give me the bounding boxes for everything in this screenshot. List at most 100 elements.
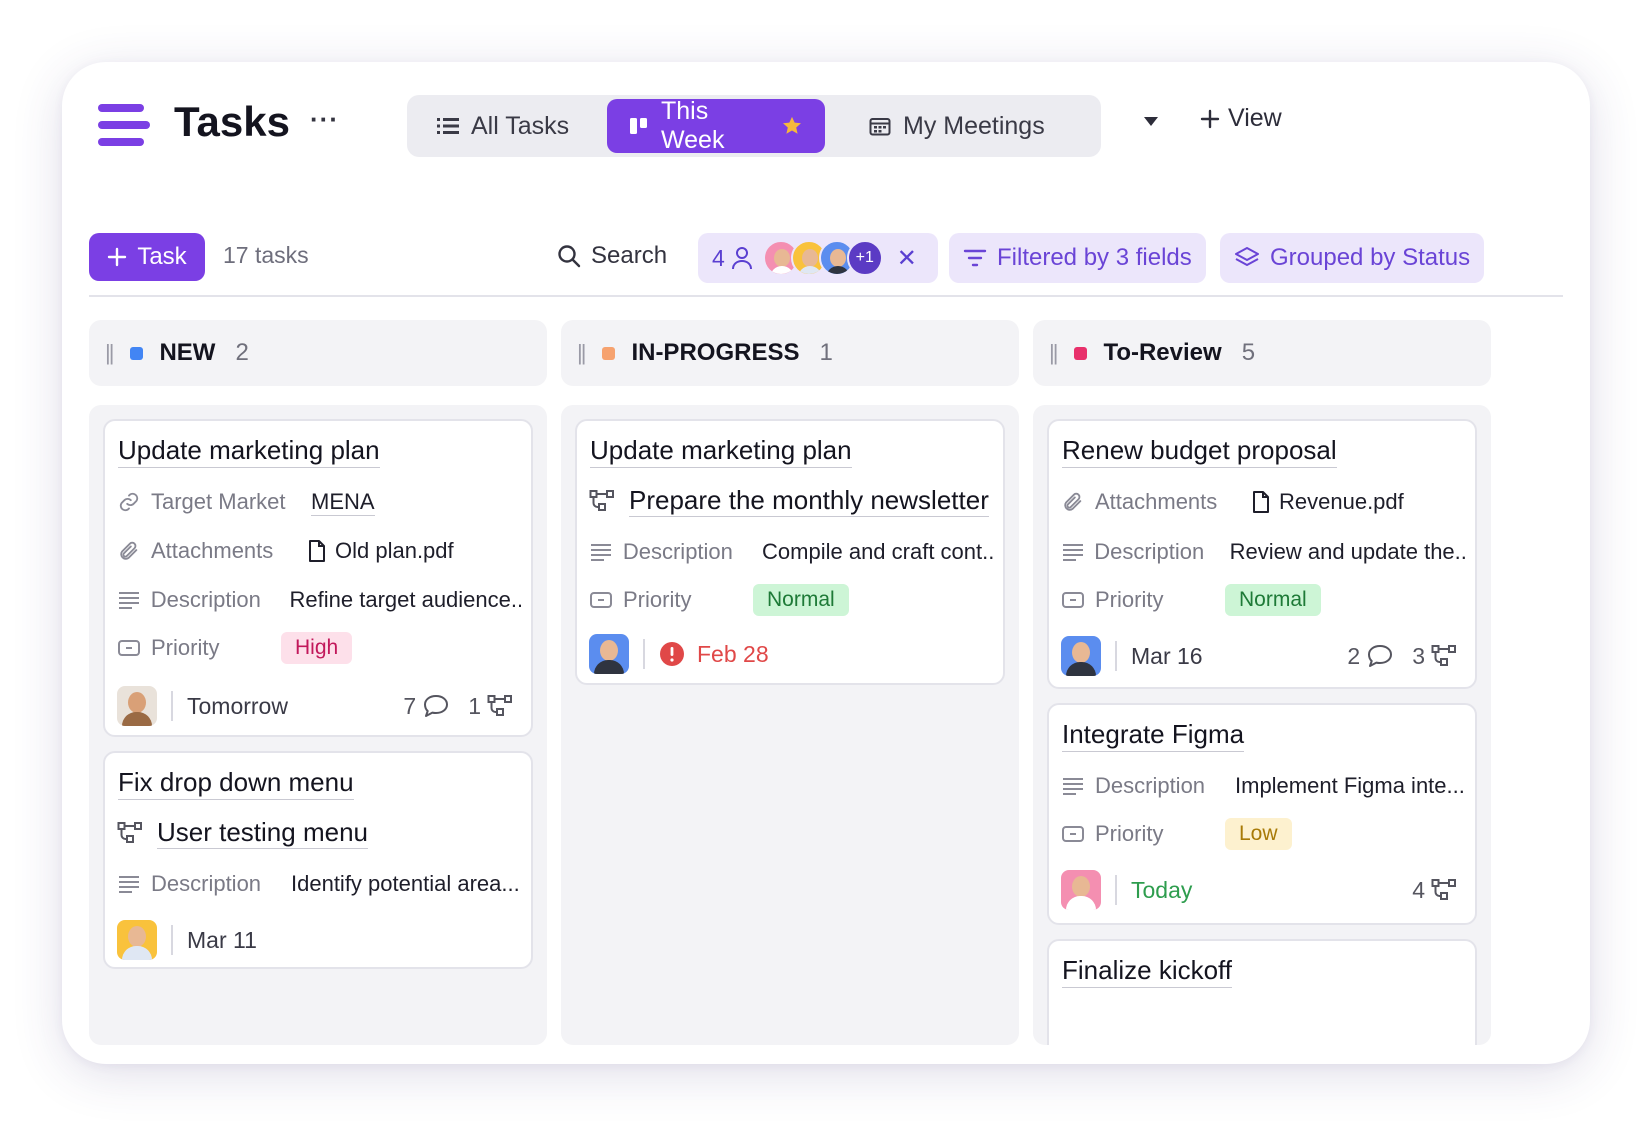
divider <box>171 691 173 721</box>
attachment-link[interactable]: Old plan.pdf <box>307 538 454 564</box>
field-priority: Priority Normal <box>589 584 993 616</box>
tab-this-week[interactable]: This Week <box>607 97 825 154</box>
priority-badge[interactable]: Low <box>1225 818 1292 850</box>
comments-stat[interactable]: 2 <box>1347 643 1394 670</box>
more-people-badge: +1 <box>846 240 883 276</box>
column-count: 5 <box>1241 339 1256 366</box>
avatar[interactable] <box>589 634 629 674</box>
field-value[interactable]: MENA <box>311 489 375 516</box>
person-icon <box>731 247 752 270</box>
card-title[interactable]: Update marketing plan <box>118 435 380 468</box>
task-card[interactable]: Renew budget proposal Attachments Revenu… <box>1047 419 1477 689</box>
subtasks-stat[interactable]: 4 <box>1412 877 1457 904</box>
task-card[interactable]: Fix drop down menu User testing menu Des… <box>103 751 533 969</box>
list-icon <box>437 118 459 134</box>
field-description: Description Identify potential area... <box>117 869 521 899</box>
file-icon <box>1253 491 1269 513</box>
description-icon <box>117 591 141 609</box>
subtask-title: User testing menu <box>157 817 368 849</box>
divider <box>1115 641 1117 671</box>
add-task-button[interactable]: Task <box>89 233 205 281</box>
column-header-to-review[interactable]: || To-Review 5 <box>1033 320 1491 386</box>
card-title[interactable]: Fix drop down menu <box>118 767 354 800</box>
card-title[interactable]: Update marketing plan <box>590 435 852 468</box>
subtasks-stat[interactable]: 1 <box>468 693 513 720</box>
card-title[interactable]: Integrate Figma <box>1062 719 1245 752</box>
avatar[interactable] <box>1061 636 1101 676</box>
drag-handle-icon[interactable]: || <box>105 340 115 366</box>
due-date[interactable]: Mar 16 <box>1131 643 1203 670</box>
search-button[interactable]: Search <box>557 242 667 270</box>
description-icon <box>117 875 141 893</box>
priority-icon <box>1061 591 1085 609</box>
drag-handle-icon[interactable]: || <box>1049 340 1059 366</box>
field-label: Description <box>150 587 261 612</box>
comment-icon <box>424 695 449 717</box>
due-date[interactable]: Tomorrow <box>187 693 288 720</box>
more-options-button[interactable]: ··· <box>310 104 339 135</box>
avatar[interactable] <box>1061 870 1101 910</box>
avatar[interactable] <box>117 920 157 960</box>
chevron-down-icon[interactable] <box>1142 114 1160 128</box>
comments-stat[interactable]: 7 <box>403 693 450 720</box>
priority-icon <box>117 639 141 657</box>
layers-icon <box>1235 247 1259 266</box>
add-task-label: Task <box>137 243 187 270</box>
field-label: Description <box>1094 539 1205 564</box>
subtask-row[interactable]: User testing menu <box>117 817 521 849</box>
subtask-row[interactable]: Prepare the monthly newsletter <box>589 485 993 517</box>
subtasks-count: 3 <box>1412 642 1425 669</box>
task-card[interactable]: Integrate Figma Description Implement Fi… <box>1047 703 1477 925</box>
subtask-icon <box>589 490 614 511</box>
calendar-icon <box>869 118 891 136</box>
field-label: Attachments <box>151 538 274 563</box>
task-card[interactable]: Update marketing plan Prepare the monthl… <box>575 419 1005 685</box>
subtasks-count: 4 <box>1412 876 1425 903</box>
field-value: Identify potential area... <box>291 871 520 896</box>
due-date[interactable]: Today <box>1131 877 1192 904</box>
card-footer: Feb 28 <box>589 633 985 675</box>
tab-all-tasks[interactable]: All Tasks <box>415 99 591 153</box>
field-attachments: Attachments Revenue.pdf <box>1061 487 1465 517</box>
subtask-icon <box>1431 879 1456 900</box>
people-filter[interactable]: 4 +1 ✕ <box>698 233 938 283</box>
column-title: NEW <box>159 339 216 366</box>
board-icon <box>630 118 647 134</box>
subtask-icon <box>1431 645 1456 666</box>
attachment-link[interactable]: Revenue.pdf <box>1251 489 1404 515</box>
priority-icon <box>589 591 613 609</box>
card-stats: 2 3 <box>1347 643 1457 670</box>
field-attachments: Attachments Old plan.pdf <box>117 536 521 566</box>
priority-badge[interactable]: High <box>281 632 353 664</box>
filter-label: Filtered by 3 fields <box>997 244 1192 271</box>
field-label: Priority <box>623 587 692 612</box>
paperclip-icon <box>1061 491 1085 513</box>
tab-my-meetings[interactable]: My Meetings <box>847 99 1067 153</box>
priority-badge[interactable]: Normal <box>753 584 849 616</box>
field-value: Refine target audience.. <box>289 587 521 612</box>
column-header-in-progress[interactable]: || IN-PROGRESS 1 <box>561 320 1019 386</box>
due-date[interactable]: Mar 11 <box>187 927 257 954</box>
menu-icon[interactable] <box>98 104 150 148</box>
column-count: 1 <box>819 339 833 366</box>
task-card[interactable]: Finalize kickoff <box>1047 939 1477 1045</box>
filter-button[interactable]: Filtered by 3 fields <box>949 233 1206 283</box>
page-title: Tasks <box>174 98 290 145</box>
avatar[interactable] <box>117 686 157 726</box>
column-header-new[interactable]: || NEW 2 <box>89 320 547 386</box>
drag-handle-icon[interactable]: || <box>577 340 587 366</box>
card-title[interactable]: Renew budget proposal <box>1062 435 1337 468</box>
field-description: Description Refine target audience.. <box>117 585 521 615</box>
subtask-icon <box>117 822 142 843</box>
priority-badge[interactable]: Normal <box>1225 584 1321 616</box>
due-date[interactable]: Feb 28 <box>697 641 769 668</box>
description-icon <box>1061 543 1084 561</box>
search-label: Search <box>591 242 668 269</box>
paperclip-icon <box>117 540 141 562</box>
group-button[interactable]: Grouped by Status <box>1220 233 1485 283</box>
card-title[interactable]: Finalize kickoff <box>1062 955 1233 988</box>
subtasks-stat[interactable]: 3 <box>1412 643 1457 670</box>
task-card[interactable]: Update marketing plan Target Market MENA… <box>103 419 533 737</box>
add-view-button[interactable]: View <box>1200 104 1282 133</box>
close-icon[interactable]: ✕ <box>897 244 917 273</box>
